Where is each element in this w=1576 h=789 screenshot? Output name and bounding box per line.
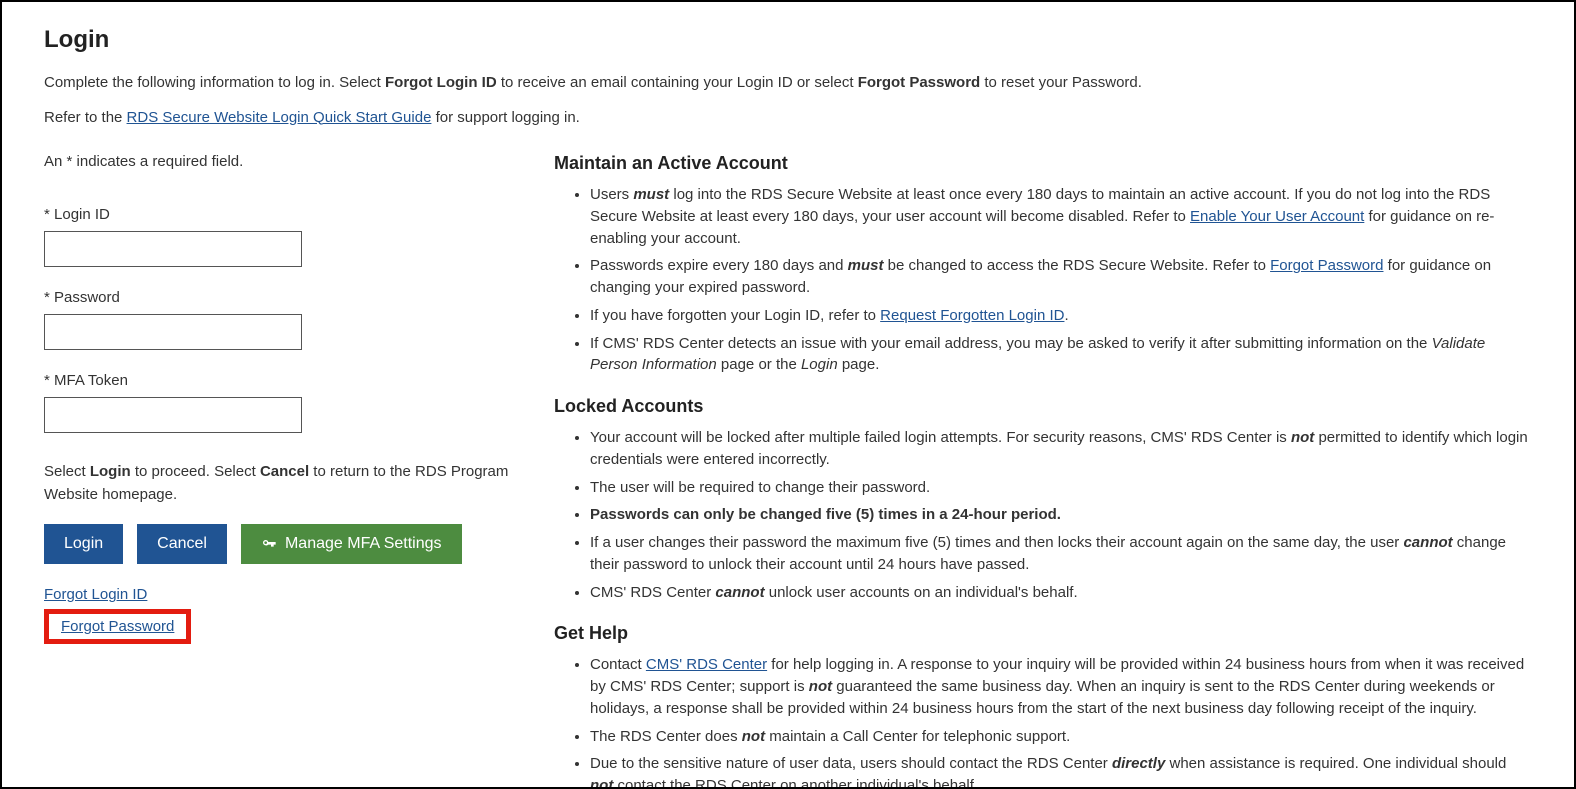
list-item: If a user changes their password the max… — [590, 532, 1532, 576]
enable-account-link[interactable]: Enable Your User Account — [1190, 208, 1364, 225]
emphasis: cannot — [715, 584, 764, 601]
list-item: If you have forgotten your Login ID, ref… — [590, 305, 1532, 327]
text: Your account will be locked after multip… — [590, 429, 1291, 446]
login-button[interactable]: Login — [44, 524, 123, 564]
quick-start-guide-link[interactable]: RDS Secure Website Login Quick Start Gui… — [127, 109, 432, 126]
mfa-token-input[interactable] — [44, 397, 302, 433]
password-input[interactable] — [44, 314, 302, 350]
intro-line-2: Refer to the RDS Secure Website Login Qu… — [44, 107, 1532, 130]
intro-text: Complete the following information to lo… — [44, 74, 385, 91]
manage-mfa-label: Manage MFA Settings — [285, 535, 442, 553]
forgot-password-highlight: Forgot Password — [44, 609, 191, 644]
cms-rds-center-link[interactable]: CMS' RDS Center — [646, 656, 767, 673]
list-item: Users must log into the RDS Secure Websi… — [590, 184, 1532, 249]
list-item: CMS' RDS Center cannot unlock user accou… — [590, 582, 1532, 604]
emphasis: not — [1291, 429, 1314, 446]
text: Users — [590, 186, 633, 203]
text: . — [1064, 307, 1068, 324]
proceed-bold-cancel: Cancel — [260, 463, 309, 480]
text: when assistance is required. One individ… — [1165, 755, 1506, 772]
proceed-text: to proceed. Select — [131, 463, 260, 480]
proceed-bold-login: Login — [90, 463, 131, 480]
required-note: An * indicates a required field. — [44, 153, 524, 170]
text: contact the RDS Center on another indivi… — [613, 777, 978, 789]
text: CMS' RDS Center — [590, 584, 715, 601]
text: If you have forgotten your Login ID, ref… — [590, 307, 880, 324]
text: unlock user accounts on an individual's … — [765, 584, 1078, 601]
proceed-text: Select — [44, 463, 90, 480]
emphasis: directly — [1112, 755, 1165, 772]
maintain-heading: Maintain an Active Account — [554, 153, 1532, 174]
emphasis: must — [633, 186, 669, 203]
manage-mfa-button[interactable]: Manage MFA Settings — [241, 524, 462, 564]
login-id-input[interactable] — [44, 231, 302, 267]
text: Passwords expire every 180 days and — [590, 257, 848, 274]
list-item: If CMS' RDS Center detects an issue with… — [590, 333, 1532, 377]
intro-text: for support logging in. — [431, 109, 579, 126]
intro-text: to reset your Password. — [980, 74, 1142, 91]
text: Due to the sensitive nature of user data… — [590, 755, 1112, 772]
emphasis: not — [590, 777, 613, 789]
text: If CMS' RDS Center detects an issue with… — [590, 335, 1432, 352]
login-id-label: * Login ID — [44, 206, 524, 223]
emphasis: cannot — [1403, 534, 1452, 551]
text: maintain a Call Center for telephonic su… — [765, 728, 1070, 745]
text: If a user changes their password the max… — [590, 534, 1403, 551]
list-item: Contact CMS' RDS Center for help logging… — [590, 654, 1532, 719]
text: page. — [838, 356, 880, 373]
forgot-password-help-link[interactable]: Forgot Password — [1270, 257, 1383, 274]
forgot-password-link[interactable]: Forgot Password — [61, 618, 174, 635]
list-item: The RDS Center does not maintain a Call … — [590, 726, 1532, 748]
text: The RDS Center does — [590, 728, 742, 745]
password-label: * Password — [44, 289, 524, 306]
emphasis: Login — [801, 356, 838, 373]
intro-bold-forgot-password: Forgot Password — [858, 74, 981, 91]
text: be changed to access the RDS Secure Webs… — [883, 257, 1270, 274]
text: page or the — [717, 356, 801, 373]
proceed-note: Select Login to proceed. Select Cancel t… — [44, 461, 524, 506]
text: Contact — [590, 656, 646, 673]
key-icon — [261, 536, 277, 552]
list-item: The user will be required to change thei… — [590, 477, 1532, 499]
intro-bold-forgot-login: Forgot Login ID — [385, 74, 497, 91]
list-item: Your account will be locked after multip… — [590, 427, 1532, 471]
emphasis: must — [848, 257, 884, 274]
list-item: Passwords can only be changed five (5) t… — [590, 504, 1532, 526]
intro-line-1: Complete the following information to lo… — [44, 72, 1532, 95]
emphasis: Passwords can only be changed five (5) t… — [590, 506, 1061, 523]
list-item: Due to the sensitive nature of user data… — [590, 753, 1532, 789]
locked-heading: Locked Accounts — [554, 396, 1532, 417]
mfa-token-label: * MFA Token — [44, 372, 524, 389]
cancel-button[interactable]: Cancel — [137, 524, 227, 564]
forgot-login-id-link[interactable]: Forgot Login ID — [44, 586, 147, 603]
emphasis: not — [742, 728, 765, 745]
emphasis: not — [809, 678, 832, 695]
get-help-heading: Get Help — [554, 623, 1532, 644]
intro-text: Refer to the — [44, 109, 127, 126]
list-item: Passwords expire every 180 days and must… — [590, 255, 1532, 299]
intro-text: to receive an email containing your Logi… — [497, 74, 858, 91]
request-login-id-link[interactable]: Request Forgotten Login ID — [880, 307, 1064, 324]
page-title: Login — [44, 26, 1532, 54]
